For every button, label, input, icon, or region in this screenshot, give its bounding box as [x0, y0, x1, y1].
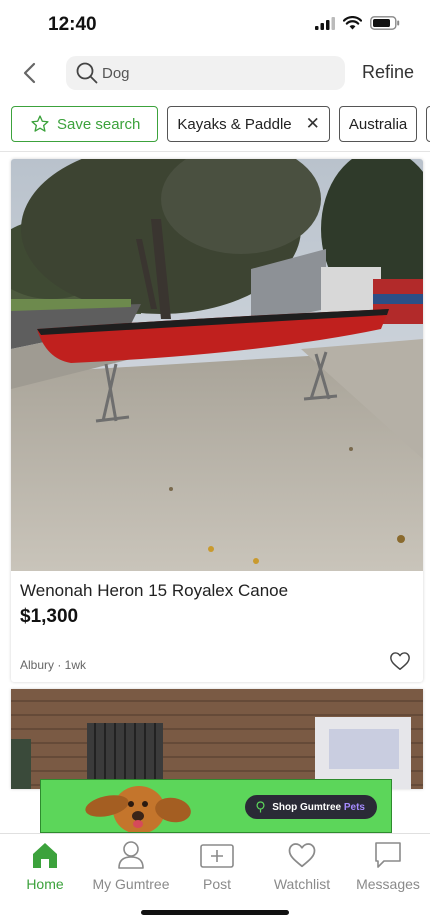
nav-label: My Gumtree	[92, 876, 170, 892]
nav-label: Post	[202, 876, 231, 892]
nav-label: Home	[26, 876, 64, 892]
nav-label: Messages	[356, 876, 420, 892]
search-query: Dog	[102, 64, 130, 82]
chevron-left-icon	[23, 62, 36, 84]
search-icon	[76, 62, 98, 84]
status-time: 12:40	[48, 14, 97, 35]
nav-watchlist[interactable]: Watchlist	[259, 840, 345, 892]
listing-card[interactable]: Wenonah Heron 15 Royalex Canoe $1,300 Al…	[11, 159, 423, 682]
home-indicator	[141, 910, 289, 915]
filter-chip-label: Australia	[348, 115, 408, 133]
back-button[interactable]	[14, 58, 44, 88]
bottom-nav: Home My Gumtree Post Watchlist Messages	[0, 833, 430, 923]
post-plus-icon	[200, 844, 234, 868]
signal-icon	[315, 16, 335, 30]
battery-icon	[370, 16, 400, 30]
filter-chips: Save search Kayaks & Paddle ✕ Australia …	[11, 106, 430, 142]
status-icons	[315, 16, 400, 30]
listing-photo	[11, 689, 423, 789]
refine-button[interactable]: Refine	[362, 62, 414, 83]
close-icon[interactable]: ✕	[306, 114, 320, 134]
filter-chip-label: Kayaks & Paddle	[177, 115, 292, 133]
divider	[0, 151, 430, 152]
filter-chip-category[interactable]: Kayaks & Paddle ✕	[167, 106, 330, 142]
status-bar: 12:40	[0, 0, 430, 50]
puppy-image	[85, 786, 191, 832]
save-search-label: Save search	[57, 115, 141, 133]
listing-card[interactable]	[11, 689, 423, 789]
message-icon	[375, 842, 401, 868]
home-icon	[33, 843, 57, 868]
shop-label: Shop Gumtree Pets	[272, 801, 365, 813]
wifi-icon	[343, 16, 362, 30]
user-icon	[118, 841, 144, 869]
tree-icon	[256, 801, 265, 813]
listing-price: $1,300	[20, 606, 79, 627]
shop-gumtree-pets-button[interactable]: Shop Gumtree Pets	[245, 795, 377, 819]
search-header: Dog Refine	[0, 52, 430, 94]
nav-post[interactable]: Post	[174, 840, 260, 892]
listing-title[interactable]: Wenonah Heron 15 Royalex Canoe	[20, 581, 288, 601]
search-input[interactable]: Dog	[66, 56, 345, 90]
listing-location-time: Albury · 1wk	[20, 658, 87, 672]
heart-icon	[288, 843, 316, 868]
listing-photo	[11, 159, 423, 571]
nav-my-gumtree[interactable]: My Gumtree	[88, 840, 174, 892]
nav-label: Watchlist	[273, 876, 331, 892]
star-icon	[31, 115, 49, 132]
ad-banner[interactable]: Shop Gumtree Pets	[40, 779, 392, 833]
watchlist-heart-icon[interactable]	[389, 650, 411, 672]
save-search-button[interactable]: Save search	[11, 106, 159, 142]
filter-chip-location[interactable]: Australia	[338, 106, 418, 142]
nav-home[interactable]: Home	[2, 840, 88, 892]
nav-messages[interactable]: Messages	[345, 840, 430, 892]
filter-chip-more[interactable]: N	[426, 106, 430, 142]
